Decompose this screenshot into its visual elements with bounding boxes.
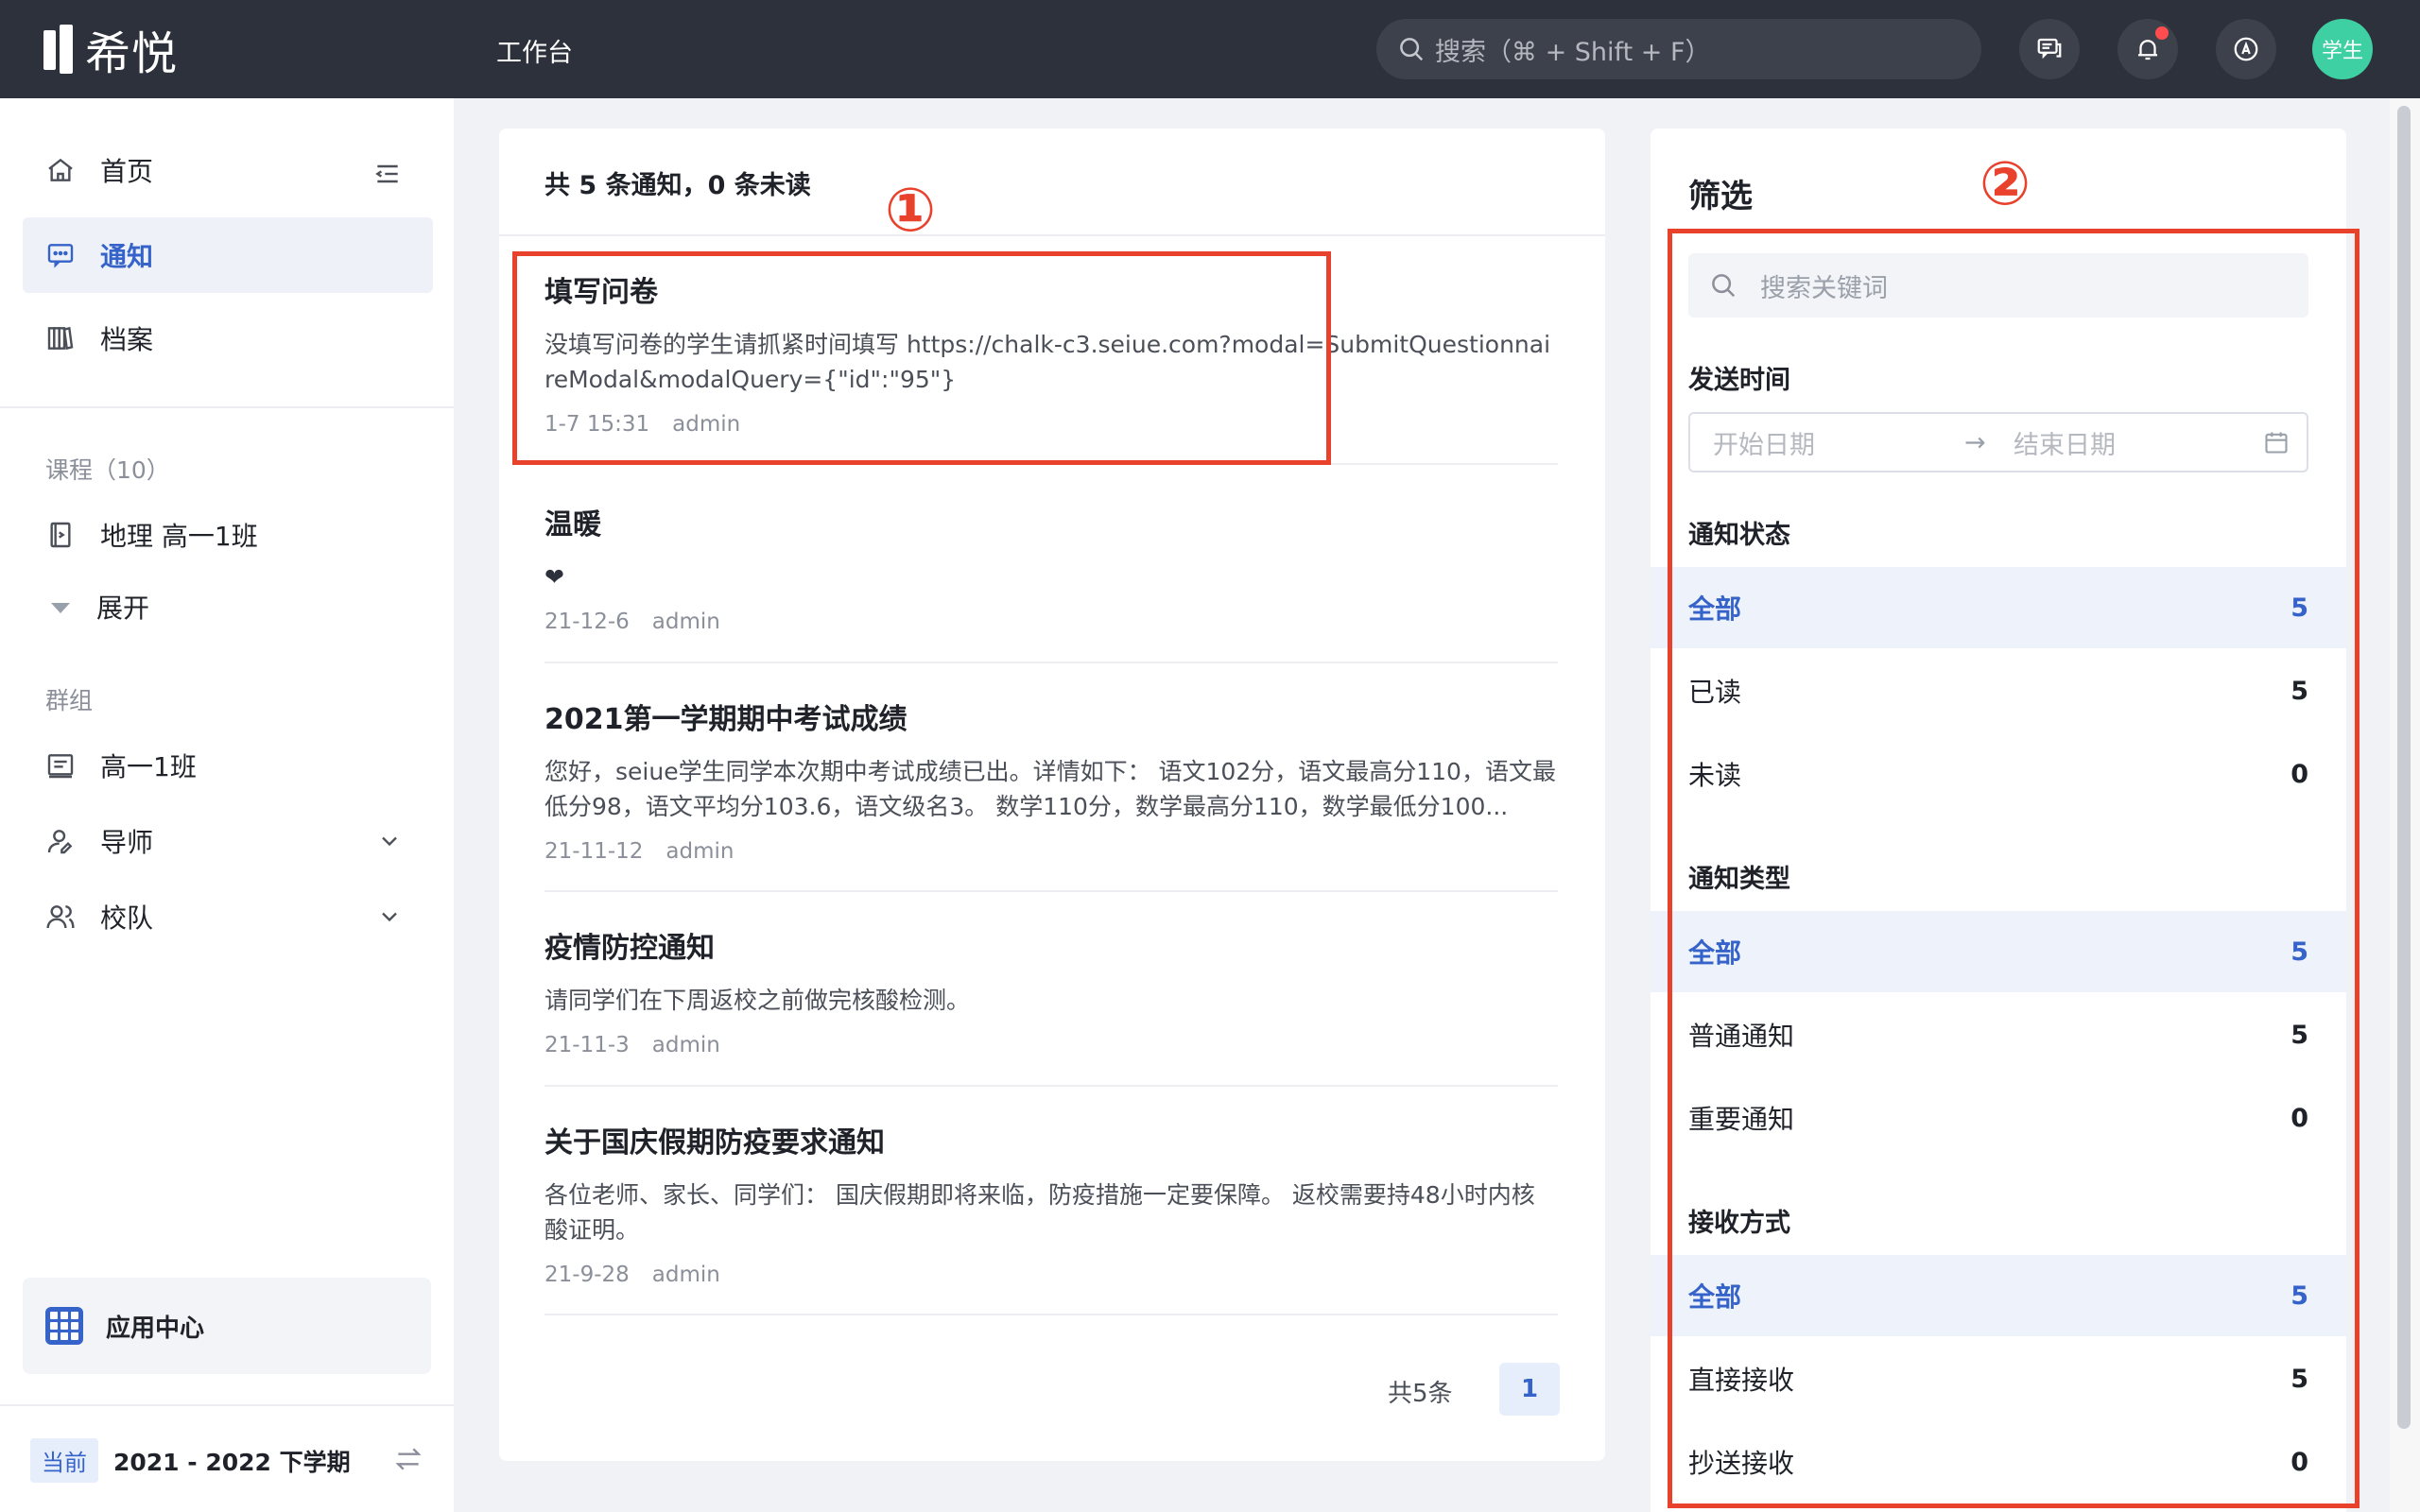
app-center-label: 应用中心 xyxy=(106,1314,205,1343)
notice-item[interactable]: 温暖 ❤ 21-12-6 admin xyxy=(544,501,1558,663)
notice-author: admin xyxy=(651,610,720,634)
annotation-box-1 xyxy=(512,251,1331,465)
sidebar-item-class[interactable]: 高一1班 xyxy=(23,728,433,803)
semester-text: 2021 - 2022 下学期 xyxy=(113,1448,351,1476)
notice-body: 各位老师、家长、同学们： 国庆假期即将来临，防疫措施一定要保障。 返校需要持48… xyxy=(544,1181,1535,1244)
notice-item[interactable]: 关于国庆假期防疫要求通知 各位老师、家长、同学们： 国庆假期即将来临，防疫措施一… xyxy=(544,1119,1558,1315)
archive-icon xyxy=(47,326,74,351)
notice-author: admin xyxy=(651,1033,720,1057)
app-logo[interactable]: 希悦 xyxy=(42,25,178,80)
sidebar-item-home[interactable]: 首页 xyxy=(23,132,433,208)
notice-date: 21-11-12 xyxy=(544,839,644,864)
semester-divider xyxy=(0,1404,454,1406)
notice-body: 请同学们在下周返校之前做完核酸检测。 xyxy=(544,987,971,1014)
notice-item[interactable]: 2021第一学期期中考试成绩 您好，seiue学生同学本次期中考试成绩已出。详情… xyxy=(544,696,1558,892)
pagination-page-button[interactable]: 1 xyxy=(1499,1363,1560,1416)
chevron-down-icon[interactable] xyxy=(376,828,403,854)
current-semester-tag: 当前 xyxy=(30,1438,98,1483)
search-icon xyxy=(1400,38,1424,61)
sidebar-divider xyxy=(0,406,454,408)
sidebar: 首页 通知 档案 课程（10） 地理 高一1班 展开 群组 高一1班 导师 校队 xyxy=(0,98,454,1512)
chat-icon xyxy=(2037,38,2062,60)
logo-mark-icon xyxy=(42,25,76,74)
sidebar-expand-courses[interactable]: 展开 xyxy=(23,569,433,644)
user-avatar[interactable]: 学生 xyxy=(2312,19,2373,79)
expand-label: 展开 xyxy=(96,593,150,624)
sidebar-item-label: 首页 xyxy=(100,156,154,187)
book-icon xyxy=(50,522,71,548)
home-icon xyxy=(48,158,73,181)
global-search-input[interactable]: 搜索（⌘ + Shift + F） xyxy=(1376,19,1981,79)
notice-body: 您好，seiue学生同学本次期中考试成绩已出。详情如下： 语文102分，语文最高… xyxy=(544,758,1556,820)
semester-selector[interactable]: 当前 2021 - 2022 下学期 xyxy=(30,1438,351,1483)
collapse-sidebar-icon[interactable] xyxy=(372,159,403,189)
grid-apps-icon xyxy=(45,1307,83,1345)
top-bar: 希悦 工作台 搜索（⌘ + Shift + F） 学生 xyxy=(0,0,2420,98)
scrollbar-thumb[interactable] xyxy=(2397,106,2411,1429)
annotation-box-2 xyxy=(1668,229,2360,1508)
workspace-title[interactable]: 工作台 xyxy=(496,32,573,69)
notice-item[interactable]: 疫情防控通知 请同学们在下周返校之前做完核酸检测。 21-11-3 admin xyxy=(544,924,1558,1087)
message-icon xyxy=(47,244,74,268)
pagination-total: 共5条 xyxy=(1388,1380,1453,1408)
notice-meta: 21-11-12 admin xyxy=(544,839,1558,864)
sidebar-item-team[interactable]: 校队 xyxy=(23,879,433,954)
filter-title: 筛选 xyxy=(1688,178,1753,215)
notice-title: 温暖 xyxy=(544,508,601,541)
notice-summary: 共 5 条通知，0 条未读 xyxy=(499,129,1605,236)
notice-author: admin xyxy=(666,839,735,864)
courses-group-title: 课程（10） xyxy=(45,456,170,484)
app-switch-button[interactable] xyxy=(2216,19,2276,79)
notice-date: 21-9-28 xyxy=(544,1263,630,1287)
bell-icon xyxy=(2138,40,2157,60)
sidebar-item-label: 地理 高一1班 xyxy=(100,521,258,552)
search-placeholder: 搜索（⌘ + Shift + F） xyxy=(1435,37,1711,67)
team-icon xyxy=(46,905,75,929)
notice-date: 21-11-3 xyxy=(544,1033,630,1057)
messages-button[interactable] xyxy=(2019,19,2080,79)
notice-meta: 21-9-28 admin xyxy=(544,1263,1558,1287)
app-center-button[interactable]: 应用中心 xyxy=(23,1278,431,1374)
compass-icon xyxy=(2234,37,2258,61)
sidebar-item-mentor[interactable]: 导师 xyxy=(23,803,433,879)
sidebar-item-label: 通知 xyxy=(100,241,154,272)
notice-title: 疫情防控通知 xyxy=(544,932,715,965)
annotation-marker-1: ① xyxy=(885,176,937,246)
notifications-button[interactable] xyxy=(2118,19,2178,79)
annotation-marker-2: ② xyxy=(1979,149,2031,219)
notice-date: 21-12-6 xyxy=(544,610,630,634)
swap-semester-icon[interactable] xyxy=(393,1444,424,1474)
sidebar-item-label: 高一1班 xyxy=(100,751,197,782)
sidebar-item-label: 导师 xyxy=(100,827,154,858)
chevron-down-icon[interactable] xyxy=(376,903,403,930)
notice-meta: 21-11-3 admin xyxy=(544,1033,1558,1057)
sidebar-item-archive[interactable]: 档案 xyxy=(23,301,433,376)
sidebar-item-label: 校队 xyxy=(100,902,154,934)
notice-title: 2021第一学期期中考试成绩 xyxy=(544,703,908,736)
caret-down-icon xyxy=(45,592,76,622)
notice-body: ❤ xyxy=(544,563,564,591)
notice-title: 关于国庆假期防疫要求通知 xyxy=(544,1126,885,1160)
class-icon xyxy=(47,754,74,779)
logo-text: 希悦 xyxy=(85,27,179,80)
sidebar-item-notices[interactable]: 通知 xyxy=(23,217,433,293)
notice-meta: 21-12-6 admin xyxy=(544,610,1558,634)
unread-dot xyxy=(2155,26,2169,40)
groups-group-title: 群组 xyxy=(45,687,94,714)
mentor-icon xyxy=(47,830,73,854)
sidebar-item-label: 档案 xyxy=(100,324,154,355)
page-scrollbar[interactable] xyxy=(2390,98,2420,1512)
notice-author: admin xyxy=(651,1263,720,1287)
sidebar-item-course[interactable]: 地理 高一1班 xyxy=(23,497,433,573)
